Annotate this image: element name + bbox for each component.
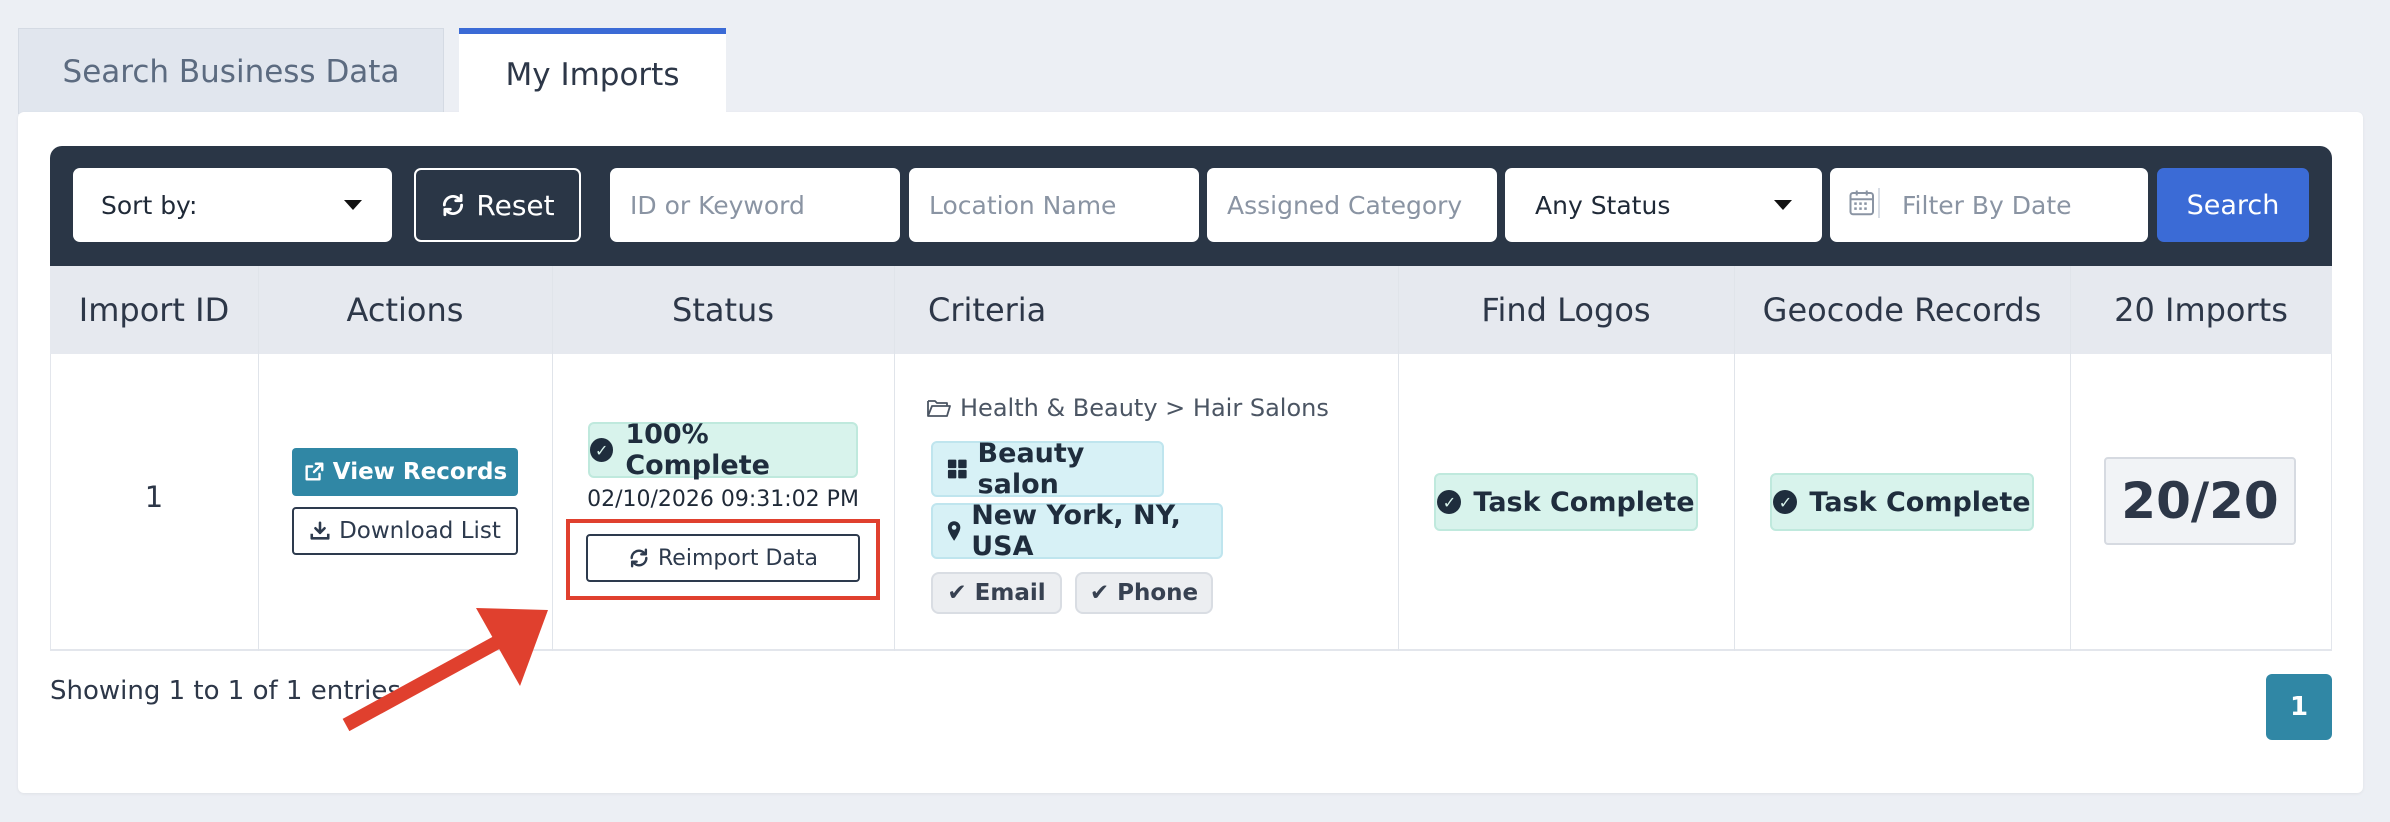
email-badge-label: Email	[974, 580, 1046, 606]
geocode-badge: ✓ Task Complete	[1770, 473, 2034, 531]
phone-badge: ✔ Phone	[1075, 572, 1213, 614]
criteria-path-label: Health & Beauty > Hair Salons	[960, 394, 1329, 422]
caret-down-icon	[344, 200, 362, 210]
calendar-icon	[1848, 188, 1880, 218]
check-icon: ✔	[947, 580, 967, 606]
category-badge-label: Beauty salon	[977, 438, 1085, 500]
column-divider	[2070, 266, 2071, 651]
sort-label: Sort by:	[101, 190, 198, 220]
annotation-arrow-icon	[342, 608, 548, 732]
location-name-input[interactable]: Location Name	[909, 168, 1199, 242]
column-divider	[1734, 266, 1735, 651]
column-header-actions: Actions	[346, 291, 464, 329]
find-logos-label: Task Complete	[1473, 486, 1695, 518]
grid-icon	[947, 459, 967, 479]
refresh-icon	[443, 193, 464, 217]
view-records-label: View Records	[332, 459, 508, 485]
check-circle-icon: ✓	[1773, 490, 1798, 514]
assigned-category-input[interactable]: Assigned Category	[1207, 168, 1497, 242]
status-select[interactable]: Any Status	[1505, 168, 1822, 242]
column-header-criteria: Criteria	[928, 291, 1047, 329]
caret-down-icon	[1774, 200, 1792, 210]
column-header-status[interactable]: Status	[552, 266, 894, 354]
date-filter-input[interactable]: Filter By Date	[1830, 168, 2148, 242]
column-header-imports: 20 Imports	[2114, 291, 2288, 329]
criteria-path: Health & Beauty > Hair Salons	[926, 394, 1329, 422]
tab-my-imports[interactable]: My Imports	[459, 28, 726, 116]
assigned-category-placeholder: Assigned Category	[1227, 190, 1463, 220]
view-records-button[interactable]: View Records	[292, 448, 518, 496]
find-logos-badge: ✓ Task Complete	[1434, 473, 1698, 531]
column-divider	[894, 266, 895, 651]
check-icon: ✔	[1089, 580, 1110, 606]
location-badge: New York, NY, USA	[931, 500, 1223, 562]
column-header-geocode-records: Geocode Records	[1762, 291, 2042, 329]
column-divider	[552, 266, 553, 651]
geocode-label: Task Complete	[1809, 486, 2031, 518]
status-timestamp: 02/10/2026 09:31:02 PM	[587, 487, 859, 512]
download-list-button[interactable]: Download List	[292, 507, 518, 555]
id-keyword-placeholder: ID or Keyword	[630, 190, 805, 220]
imports-count: 20/20	[2104, 457, 2296, 545]
column-header-find-logos: Find Logos	[1481, 291, 1651, 329]
pagination-page-1[interactable]: 1	[2266, 674, 2332, 740]
category-badge: Beauty salon	[931, 438, 1164, 500]
import-id-cell: 1	[144, 480, 164, 514]
tab-search-business-data[interactable]: Search Business Data	[18, 28, 444, 114]
refresh-icon	[630, 548, 648, 568]
reimport-data-label: Reimport Data	[658, 545, 818, 571]
column-divider	[1398, 266, 1399, 651]
id-keyword-input[interactable]: ID or Keyword	[610, 168, 900, 242]
email-badge: ✔ Email	[931, 572, 1062, 614]
column-divider	[258, 266, 259, 651]
table-header: Import ID Actions Status Criteria Find L…	[50, 266, 2332, 354]
folder-open-icon	[927, 400, 951, 417]
status-badge: ✓ 100% Complete	[588, 419, 858, 481]
check-circle-icon: ✓	[590, 438, 614, 462]
location-badge-label: New York, NY, USA	[971, 500, 1181, 562]
map-marker-icon	[947, 521, 961, 541]
sort-select[interactable]: Sort by:	[73, 168, 392, 242]
search-button[interactable]: Search	[2157, 168, 2309, 242]
reset-button[interactable]: Reset	[414, 168, 581, 242]
external-link-icon	[305, 462, 324, 481]
status-badge-label: 100% Complete	[625, 419, 770, 481]
status-select-label: Any Status	[1535, 190, 1671, 220]
location-name-placeholder: Location Name	[929, 190, 1117, 220]
reimport-data-button[interactable]: Reimport Data	[586, 534, 860, 582]
phone-badge-label: Phone	[1117, 580, 1199, 606]
column-header-import-id[interactable]: Import ID	[50, 266, 258, 354]
reset-label: Reset	[476, 188, 555, 222]
check-circle-icon: ✓	[1437, 490, 1462, 514]
download-list-label: Download List	[339, 518, 501, 544]
download-icon	[310, 521, 330, 540]
